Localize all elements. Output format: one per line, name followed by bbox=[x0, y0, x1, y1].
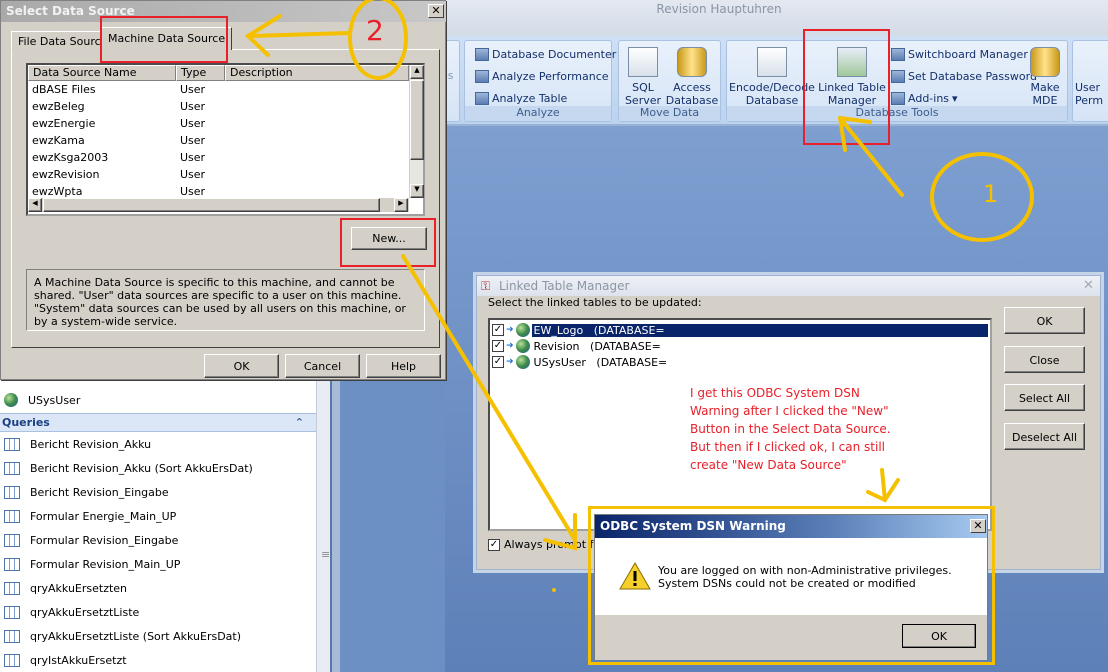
annotation-dot bbox=[552, 588, 556, 592]
annotation-step-1: 1 bbox=[983, 180, 999, 208]
annotation-arrows bbox=[244, 0, 1034, 592]
annotation-arrow-new bbox=[401, 254, 577, 551]
annotation-circle-1 bbox=[930, 152, 1034, 242]
annotation-arrow-2 bbox=[244, 14, 352, 57]
annotation-arrow-1 bbox=[838, 116, 904, 197]
annotation-arrow-note bbox=[866, 468, 900, 503]
annotation-step-2: 2 bbox=[366, 14, 384, 47]
